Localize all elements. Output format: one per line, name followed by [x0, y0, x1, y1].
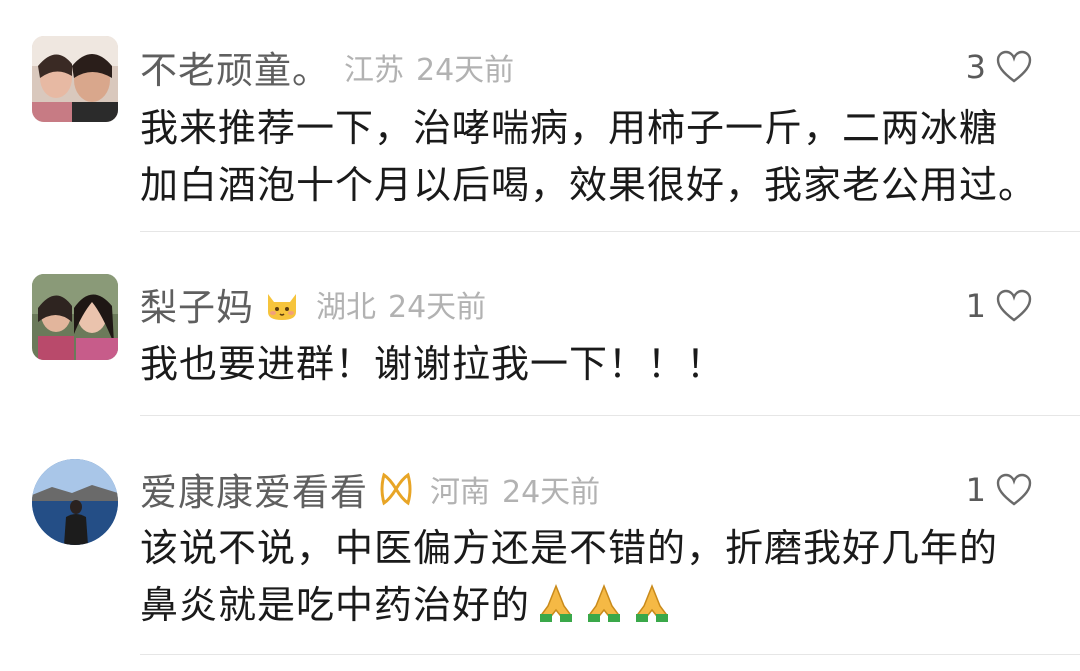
username[interactable]: 不老顽童。 — [140, 40, 330, 94]
comment-meta: 梨子妈 湖北 24天前 — [140, 279, 486, 329]
divider — [140, 231, 1080, 232]
comment-text-line: 鼻炎就是吃中药治好的 — [140, 583, 531, 627]
comment-text: 我也要进群！谢谢拉我一下！！！ — [140, 336, 1050, 393]
comment-list: 不老顽童。 江苏 24天前 3 我来推荐一下，治哮喘病，用柿子一斤，二两冰糖 加… — [0, 0, 1080, 671]
heart-icon[interactable] — [996, 289, 1032, 323]
timestamp: 24天前 — [388, 290, 487, 325]
avatar-photo — [32, 36, 118, 122]
timestamp: 24天前 — [416, 53, 515, 88]
heart-icon[interactable] — [996, 473, 1032, 507]
avatar[interactable] — [32, 36, 118, 122]
avatar-photo — [32, 274, 118, 360]
location: 河南 — [430, 475, 490, 510]
location: 江苏 — [344, 53, 404, 88]
comment-text: 该说不说，中医偏方还是不错的，折磨我好几年的 鼻炎就是吃中药治好的 — [140, 520, 1050, 634]
avatar[interactable] — [32, 459, 118, 545]
cat-emoji-icon — [262, 284, 302, 324]
praying-hands-icon — [630, 580, 674, 624]
like-count: 3 — [965, 48, 986, 86]
comment-text: 我来推荐一下，治哮喘病，用柿子一斤，二两冰糖 加白酒泡十个月以后喝，效果很好，我… — [140, 100, 1050, 214]
like-button[interactable]: 1 — [966, 465, 1032, 515]
praying-hands-icon — [582, 580, 626, 624]
avatar-photo — [32, 459, 118, 545]
comment-text-line: 我来推荐一下，治哮喘病，用柿子一斤，二两冰糖 — [140, 106, 999, 150]
timestamp: 24天前 — [502, 475, 601, 510]
heart-icon[interactable] — [996, 50, 1032, 84]
praying-hands-icon — [534, 580, 578, 624]
comment-text-line: 该说不说，中医偏方还是不错的，折磨我好几年的 — [140, 526, 999, 570]
username[interactable]: 爱康康爱看看 — [140, 462, 368, 516]
username[interactable]: 梨子妈 — [140, 277, 254, 331]
gold-badge-icon — [376, 469, 416, 509]
divider — [140, 654, 1080, 655]
like-count: 1 — [965, 287, 986, 325]
divider — [140, 415, 1080, 416]
comment-text-line: 加白酒泡十个月以后喝，效果很好，我家老公用过。 — [140, 163, 1038, 207]
like-count: 1 — [965, 471, 986, 509]
like-button[interactable]: 1 — [966, 281, 1032, 331]
like-button[interactable]: 3 — [966, 42, 1032, 92]
location: 湖北 — [316, 290, 376, 325]
comment-text-line: 我也要进群！谢谢拉我一下！！！ — [140, 342, 726, 386]
comment-meta: 爱康康爱看看 河南 24天前 — [140, 464, 600, 514]
comment-meta: 不老顽童。 江苏 24天前 — [140, 42, 514, 92]
comment-text-line-with-emoji: 鼻炎就是吃中药治好的 — [140, 577, 1050, 634]
avatar[interactable] — [32, 274, 118, 360]
